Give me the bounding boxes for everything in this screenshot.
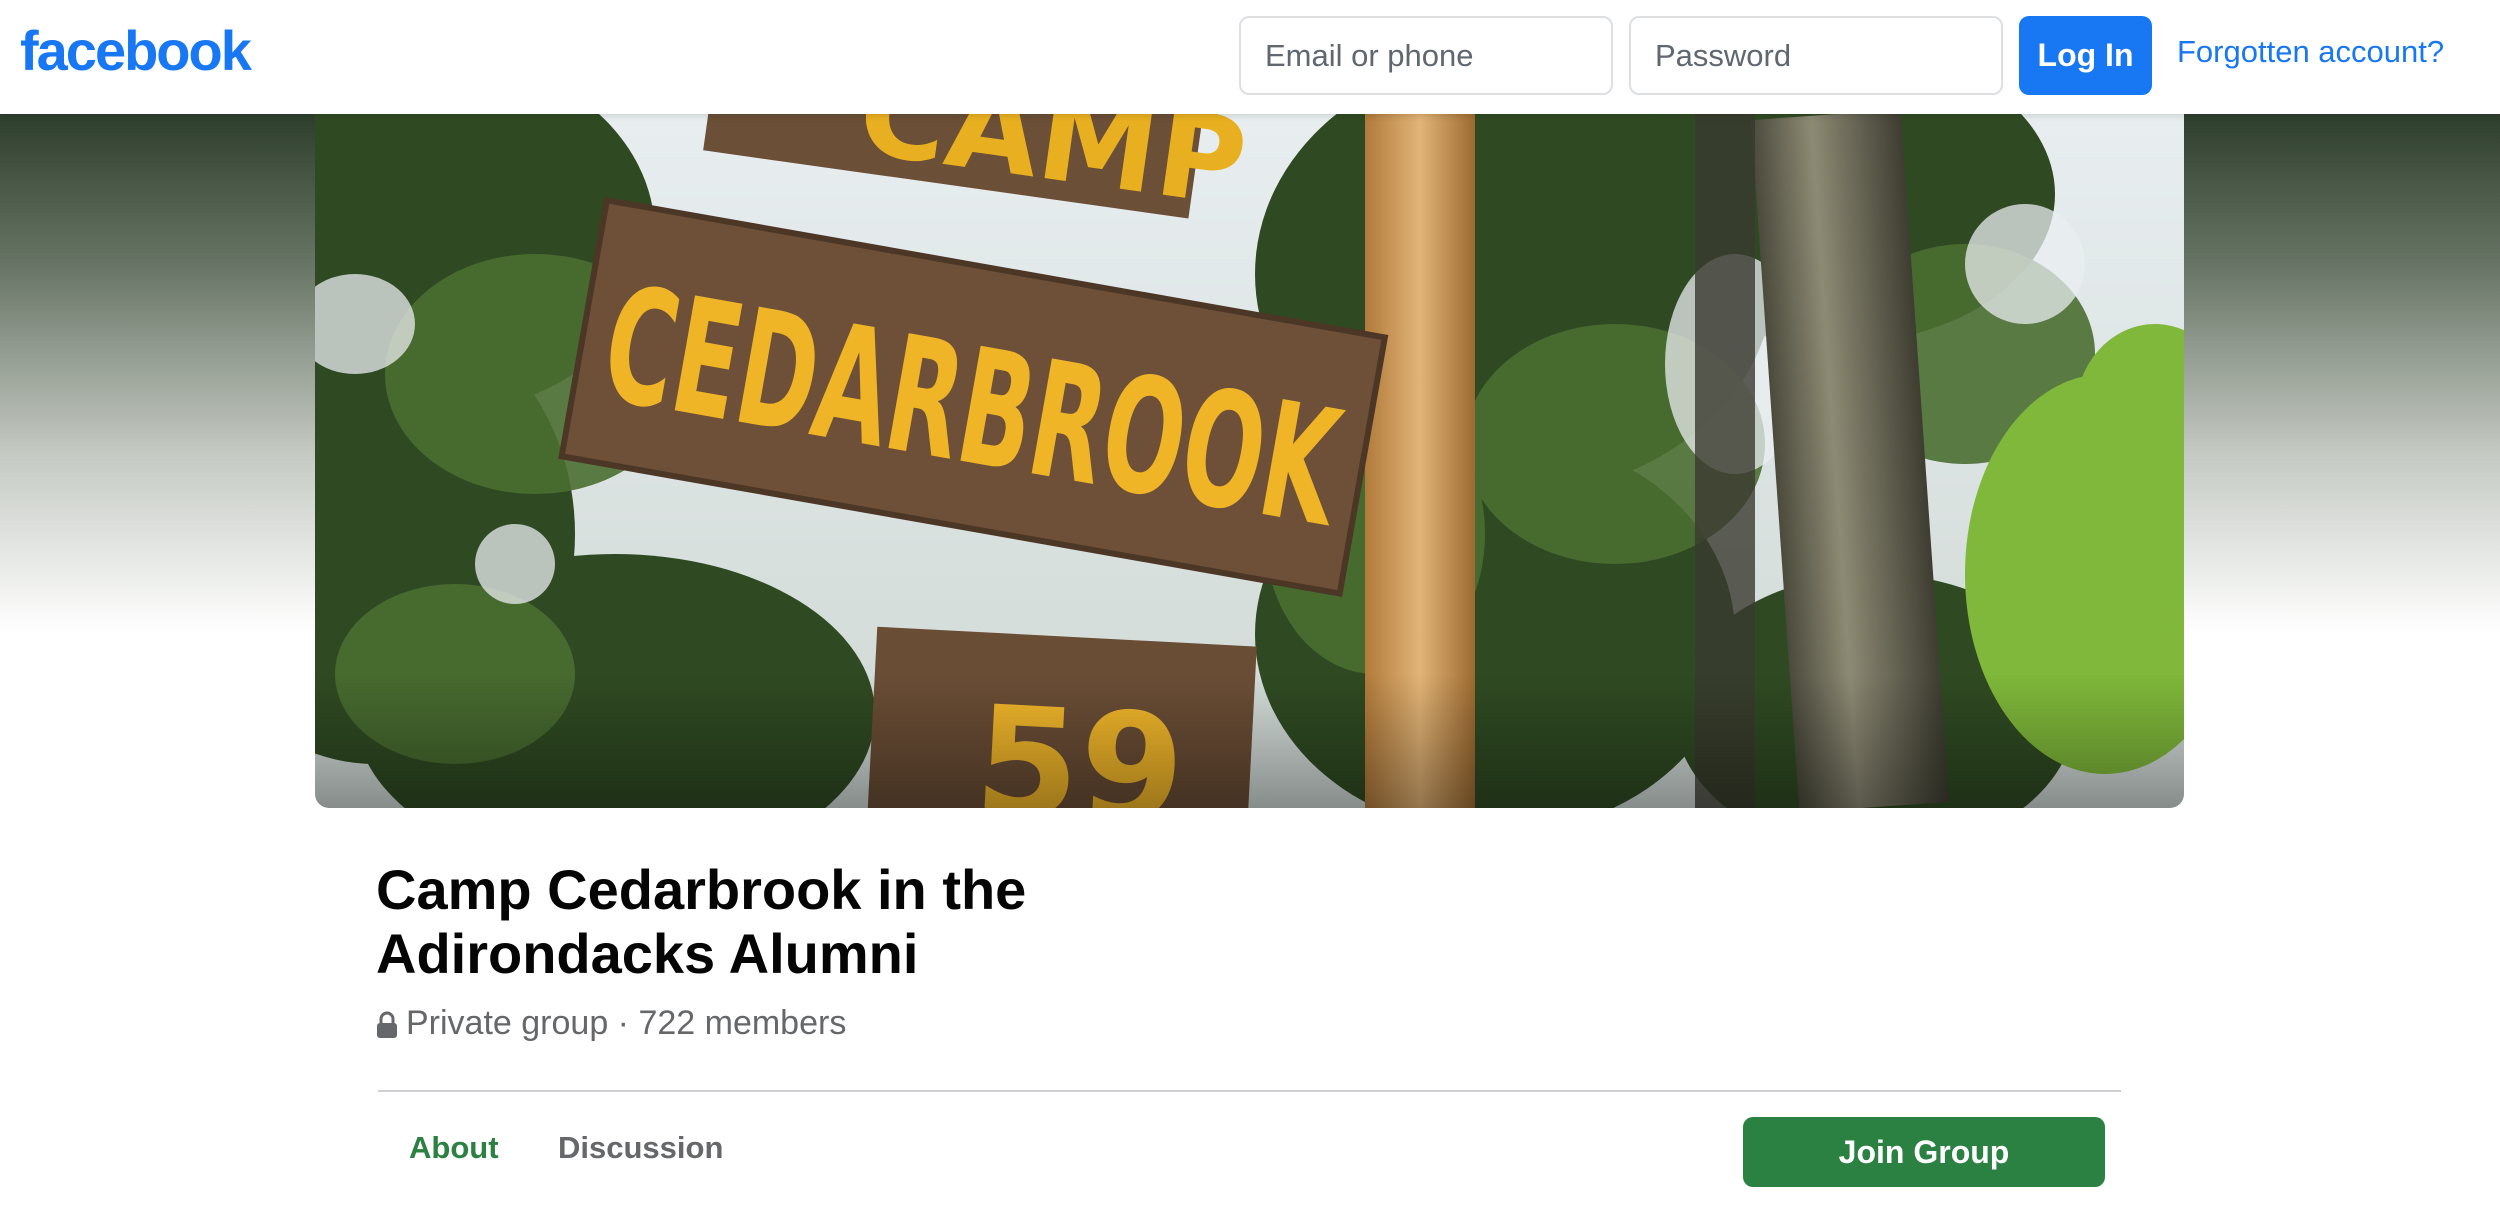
password-input[interactable] bbox=[1629, 16, 2003, 95]
privacy-label: Private group bbox=[406, 1003, 609, 1042]
join-group-button[interactable]: Join Group bbox=[1743, 1117, 2105, 1187]
group-meta: Private group · 722 members bbox=[376, 1003, 846, 1043]
meta-separator: · bbox=[608, 1003, 639, 1042]
forgotten-account-link[interactable]: Forgotten account? bbox=[2177, 34, 2444, 70]
group-cover-photo: CAMP CEDARBROOK 59 bbox=[315, 114, 2184, 808]
top-navigation-bar: facebook Log In Forgotten account? bbox=[0, 0, 2500, 114]
lock-icon bbox=[376, 1009, 398, 1038]
tab-about[interactable]: About bbox=[409, 1130, 499, 1166]
facebook-logo[interactable]: facebook bbox=[20, 18, 252, 83]
tab-discussion[interactable]: Discussion bbox=[558, 1130, 723, 1166]
group-title: Camp Cedarbrook in the Adirondacks Alumn… bbox=[376, 858, 1027, 985]
log-in-button[interactable]: Log In bbox=[2019, 16, 2152, 95]
divider bbox=[378, 1090, 2121, 1092]
member-count[interactable]: 722 members bbox=[638, 1004, 846, 1043]
email-input[interactable] bbox=[1239, 16, 1613, 95]
